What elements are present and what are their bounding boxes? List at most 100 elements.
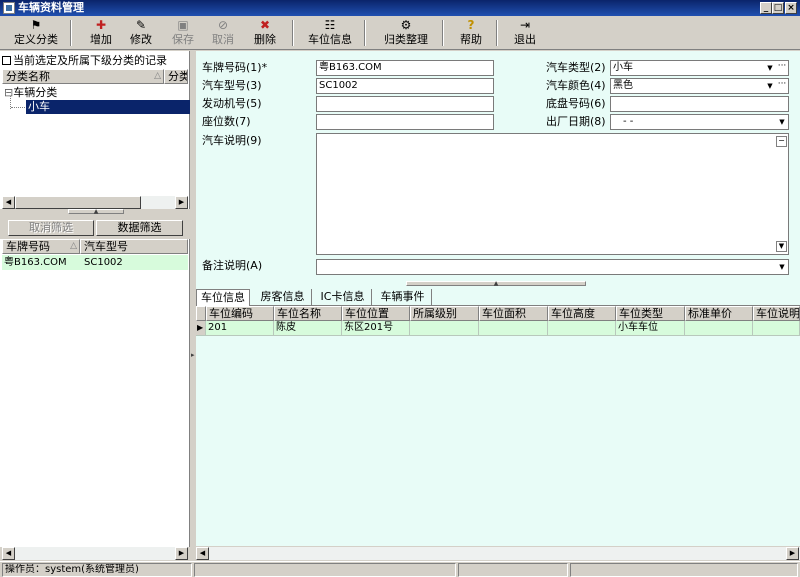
type-label: 汽车类型(2) <box>546 61 606 74</box>
cancel-button[interactable]: ⊘ 取消 <box>206 18 240 50</box>
toolbar-separator <box>364 20 366 46</box>
list-header-model[interactable]: 汽车型号 <box>80 239 188 254</box>
exit-button[interactable]: ⇥ 退出 <box>508 18 542 50</box>
tab-vehicle-events[interactable]: 车辆事件 <box>374 289 432 306</box>
cell-level[interactable] <box>410 321 479 336</box>
tree-node-small-car[interactable]: 小车 <box>26 100 190 114</box>
col-height[interactable]: 车位高度 <box>548 306 616 321</box>
checkbox-label: 当前选定及所属下级分类的记录 <box>13 54 167 67</box>
list-scrollbar[interactable]: ◀ ▶ <box>2 547 188 560</box>
type-select[interactable]: 小车 ▼ ··· <box>610 60 789 76</box>
col-area[interactable]: 车位面积 <box>479 306 548 321</box>
data-filter-button[interactable]: 数据筛选 <box>96 220 183 236</box>
toolbar-separator <box>442 20 444 46</box>
toolbar-separator <box>70 20 72 46</box>
define-category-button[interactable]: ⚑ 定义分类 <box>10 18 62 50</box>
scroll-up-icon[interactable]: − <box>776 136 787 147</box>
save-label: 保存 <box>172 33 194 46</box>
remark-input[interactable]: ▼ <box>316 259 789 275</box>
tab-parking-info[interactable]: 车位信息 <box>196 289 250 306</box>
engine-label: 发动机号(5) <box>202 97 262 110</box>
engine-input[interactable] <box>316 96 494 112</box>
seats-input[interactable] <box>316 114 494 130</box>
row-indicator-header <box>196 306 206 321</box>
date-picker[interactable]: - - ▼ <box>610 114 789 130</box>
status-cell <box>458 563 568 577</box>
col-parking-location[interactable]: 车位位置 <box>342 306 410 321</box>
toolbar: ⚑ 定义分类 ✚ 增加 ✎ 修改 ▣ 保存 ⊘ 取消 ✖ 删除 ☷ 车位信息 ⚙… <box>0 16 800 50</box>
help-button[interactable]: ? 帮助 <box>454 18 488 50</box>
close-button[interactable]: × <box>785 2 797 14</box>
cell-parking-location[interactable]: 东区201号 <box>342 321 410 336</box>
grid-scrollbar[interactable]: ◀ ▶ <box>196 547 800 560</box>
col-description[interactable]: 车位说明 <box>753 306 800 321</box>
tree-node-root[interactable]: ⊟车辆分类 <box>4 86 57 100</box>
cancel-filter-button[interactable]: 取消筛选 <box>8 220 94 236</box>
model-input[interactable]: SC1002 <box>316 78 494 94</box>
toolbar-separator <box>496 20 498 46</box>
collapse-icon[interactable]: ⊟ <box>4 86 13 99</box>
scroll-left-icon[interactable]: ◀ <box>2 547 15 560</box>
delete-button[interactable]: ✖ 删除 <box>248 18 282 50</box>
organize-button[interactable]: ⚙ 归类整理 <box>380 18 432 50</box>
splitter-grip-icon[interactable]: ▲ <box>68 209 124 215</box>
color-label: 汽车颜色(4) <box>546 79 606 92</box>
cell-description[interactable] <box>753 321 800 336</box>
cell-area[interactable] <box>479 321 548 336</box>
scroll-thumb[interactable] <box>15 196 141 209</box>
form-splitter-grip-icon[interactable]: ▲ <box>406 281 586 287</box>
chassis-label: 底盘号码(6) <box>546 97 606 110</box>
chevron-down-icon[interactable]: ▼ <box>764 61 776 75</box>
description-textarea[interactable]: − ▼ <box>316 133 789 255</box>
chassis-input[interactable] <box>610 96 789 112</box>
chevron-down-icon[interactable]: ▼ <box>776 115 788 129</box>
include-subcategories-checkbox[interactable]: 当前选定及所属下级分类的记录 <box>2 54 167 68</box>
row-plate: 粤B163.COM <box>4 257 67 268</box>
edit-button[interactable]: ✎ 修改 <box>124 18 158 50</box>
scroll-right-icon[interactable]: ▶ <box>175 196 188 209</box>
status-cell <box>570 563 798 577</box>
cell-parking-name[interactable]: 陈皮 <box>274 321 342 336</box>
tree-header-col2[interactable]: 分类 <box>164 69 188 84</box>
category-tree: ⊟车辆分类 小车 <box>2 85 190 195</box>
scroll-left-icon[interactable]: ◀ <box>196 547 209 560</box>
scroll-down-icon[interactable]: ▼ <box>776 241 787 252</box>
tree-header-name[interactable]: 分类名称 △ <box>2 69 164 84</box>
define-category-icon: ⚑ <box>30 18 42 32</box>
scroll-right-icon[interactable]: ▶ <box>786 547 799 560</box>
parking-info-button[interactable]: ☷ 车位信息 <box>304 18 356 50</box>
col-parking-code[interactable]: 车位编码 <box>206 306 274 321</box>
ellipsis-icon[interactable]: ··· <box>776 79 788 93</box>
add-icon: ✚ <box>95 18 107 32</box>
chevron-down-icon[interactable]: ▼ <box>776 260 788 274</box>
sort-icon: △ <box>70 241 77 251</box>
col-level[interactable]: 所属级别 <box>410 306 479 321</box>
cell-parking-type[interactable]: 小车车位 <box>616 321 685 336</box>
seats-label: 座位数(7) <box>202 115 251 128</box>
col-unit-price[interactable]: 标准单价 <box>685 306 753 321</box>
list-header-plate[interactable]: 车牌号码 △ <box>2 239 80 254</box>
color-select[interactable]: 黑色 ▼ ··· <box>610 78 789 94</box>
add-button[interactable]: ✚ 增加 <box>84 18 118 50</box>
scroll-left-icon[interactable]: ◀ <box>2 196 15 209</box>
col-parking-name[interactable]: 车位名称 <box>274 306 342 321</box>
splitter-arrow-icon[interactable]: ▸ <box>191 351 195 359</box>
scroll-right-icon[interactable]: ▶ <box>175 547 188 560</box>
plate-input[interactable]: 粤B163.COM <box>316 60 494 76</box>
cancel-label: 取消 <box>212 33 234 46</box>
table-row[interactable]: 粤B163.COM SC1002 <box>2 255 188 270</box>
tab-tenant-info[interactable]: 房客信息 <box>254 289 312 306</box>
cell-unit-price[interactable] <box>685 321 753 336</box>
cell-height[interactable] <box>548 321 616 336</box>
minimize-button[interactable]: _ <box>760 2 772 14</box>
chevron-down-icon[interactable]: ▼ <box>764 79 776 93</box>
save-button[interactable]: ▣ 保存 <box>166 18 200 50</box>
checkbox-box[interactable] <box>2 56 11 65</box>
save-icon: ▣ <box>177 18 189 32</box>
ellipsis-icon[interactable]: ··· <box>776 61 788 75</box>
col-parking-type[interactable]: 车位类型 <box>616 306 685 321</box>
tab-ic-card-info[interactable]: IC卡信息 <box>314 289 372 306</box>
cell-parking-code[interactable]: 201 <box>206 321 274 336</box>
maximize-button[interactable]: □ <box>772 2 784 14</box>
app-icon <box>3 2 15 14</box>
